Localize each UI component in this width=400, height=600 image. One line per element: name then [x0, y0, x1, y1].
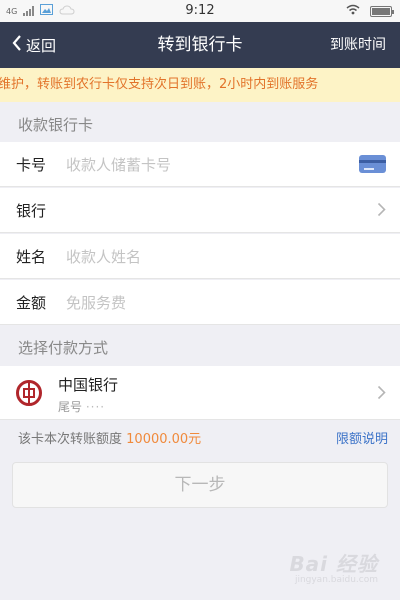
- chevron-right-icon: [377, 202, 386, 221]
- status-right: [346, 4, 394, 18]
- payee-name-input[interactable]: 收款人姓名: [66, 246, 141, 267]
- limit-amount: 10000.00元: [126, 432, 202, 447]
- notice-banner: 维护，转账到农行卡仅支持次日到账，2小时内到账服务: [0, 68, 400, 102]
- bank-card-icon[interactable]: [359, 155, 386, 173]
- tail-masked-digits: ····: [85, 400, 106, 414]
- limit-label: 该卡本次转账额度: [18, 432, 123, 447]
- notice-text: 维护，转账到农行卡仅支持次日到账，2小时内到账服务: [0, 77, 319, 92]
- name-label: 姓名: [16, 247, 47, 266]
- tail-label: 尾号: [58, 400, 83, 414]
- payee-section-label: 收款银行卡: [18, 116, 94, 134]
- amount-input[interactable]: 免服务费: [66, 292, 126, 313]
- next-step-button[interactable]: 下一步: [12, 462, 388, 508]
- amount-row[interactable]: 金额 免服务费: [0, 280, 400, 325]
- bank-label: 银行: [16, 201, 47, 220]
- arrival-time-button[interactable]: 到账时间: [330, 22, 386, 68]
- payee-name-row[interactable]: 姓名 收款人姓名: [0, 234, 400, 279]
- limit-text: 该卡本次转账额度 10000.00元: [18, 428, 201, 447]
- wifi-icon: [346, 4, 360, 18]
- limit-info-link[interactable]: 限额说明: [336, 428, 388, 447]
- card-number-row[interactable]: 卡号 收款人储蓄卡号: [0, 142, 400, 187]
- card-number-label: 卡号: [16, 155, 47, 174]
- status-bar: 4G 9:12: [0, 0, 400, 22]
- card-number-input[interactable]: 收款人储蓄卡号: [66, 154, 171, 175]
- chevron-right-icon: [377, 385, 386, 404]
- baidu-jingyan-watermark: Bai 经验: [289, 552, 378, 576]
- back-label: 返回: [26, 36, 57, 55]
- chevron-left-icon: [12, 35, 22, 55]
- back-button[interactable]: 返回: [12, 22, 56, 68]
- navigation-bar: 返回 转到银行卡 到账时间: [0, 22, 400, 68]
- bank-select-row[interactable]: 银行: [0, 188, 400, 233]
- payment-section-label: 选择付款方式: [18, 339, 109, 357]
- amount-label: 金额: [16, 293, 47, 312]
- status-time: 9:12: [185, 3, 215, 18]
- payment-bank-name: 中国银行: [58, 376, 119, 394]
- transfer-limit-line: 该卡本次转账额度 10000.00元 限额说明: [0, 420, 400, 452]
- watermark-url: jingyan.baidu.com: [294, 575, 378, 585]
- bank-of-china-logo-icon: [16, 380, 42, 406]
- battery-icon: [370, 5, 394, 17]
- card-tail-number: 尾号 ····: [58, 398, 105, 415]
- payment-bank-row[interactable]: 中国银行 尾号 ····: [0, 366, 400, 420]
